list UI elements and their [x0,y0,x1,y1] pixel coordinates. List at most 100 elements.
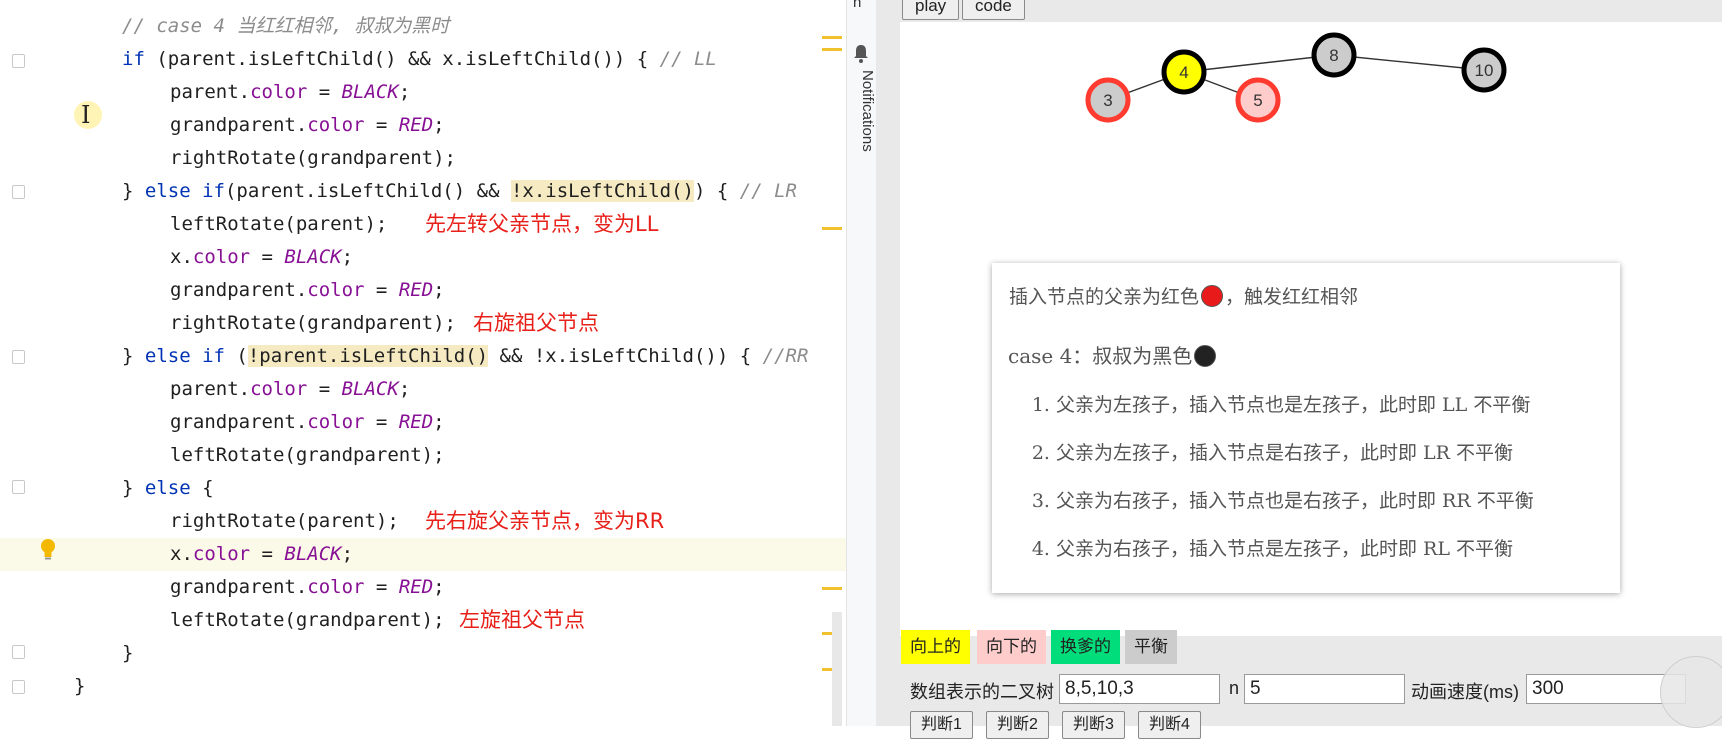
code-text: if (parent.isLeftChild() && x.isLeftChil… [122,43,717,76]
editor-scrollbar[interactable] [832,612,842,726]
case-item: 父亲为左孩子，插入节点也是左孩子，此时即 LL 不平衡 [1056,381,1534,429]
code-token: = [364,279,399,301]
judge-3-button[interactable]: 判断3 [1062,711,1125,739]
code-token: ) { [693,180,740,202]
code-token: (parent.isLeftChild() && [224,180,511,202]
code-token: color [192,246,251,268]
code-token: leftRotate(grandparent); [170,444,445,466]
code-token: BLACK [341,81,399,103]
floating-widget[interactable] [1660,656,1722,728]
code-token: BLACK [284,246,342,268]
tree-node-label: 8 [1329,46,1338,65]
speed-label: 动画速度(ms) [1411,682,1519,702]
code-token: !x.isLeftChild() [510,180,694,202]
warning-stripe[interactable] [822,227,842,230]
bell-icon[interactable] [853,44,869,64]
explanation-panel: 插入节点的父亲为红色 ，触发红红相邻 case 4：叔叔为黑色 父亲为左孩子，插入… [992,263,1620,593]
code-token: ; [398,81,411,103]
editor-gutter [0,0,72,726]
code-token: color [307,576,365,598]
code-text: x.color = BLACK; [170,538,353,571]
code-token: && !x.isLeftChild()) { [488,345,763,367]
fold-marker[interactable] [12,680,25,694]
warning-stripe[interactable] [822,48,842,51]
red-black-tree: 3 4 5 8 10 [1085,32,1507,123]
code-token: else if [144,345,225,367]
code-token: // LL [659,48,717,70]
code-token: ; [433,411,445,433]
fold-marker[interactable] [12,185,25,199]
code-text: grandparent.color = RED; [170,274,445,307]
code-token: !parent.isLeftChild() [247,345,489,367]
tree-node-label: 10 [1475,61,1494,80]
judge-4-button[interactable]: 判断4 [1138,711,1201,739]
code-token: x. [170,543,193,565]
panel-text-a: 插入节点的父亲为红色 [1009,286,1200,308]
code-token: //RR [762,345,809,367]
code-editor[interactable]: // case 4 当红红相邻, 叔叔为黑时 if (parent.isLeftC… [0,0,846,726]
code-text: // case 4 当红红相邻, 叔叔为黑时 [122,10,449,43]
code-token: parent. [170,378,251,400]
code-line[interactable]: x.color = BLACK; [0,538,846,571]
strip-label: n [853,0,862,11]
code-token: = [307,81,342,103]
code-token: color [307,411,365,433]
code-text: } [122,637,133,670]
code-token: RED [398,279,434,301]
lightbulb-icon[interactable] [40,538,56,560]
code-annotation: 先左转父亲节点，变为LL [425,212,659,236]
code-text: x.color = BLACK; [170,241,353,274]
warning-stripe[interactable] [822,587,842,590]
code-token: rightRotate(parent); [170,510,399,532]
tree-edge [1333,54,1485,71]
legend-upward: 向上的 [901,630,970,664]
code-token: ( [224,345,248,367]
panel-text-b: ，触发红红相邻 [1225,286,1359,308]
code-button[interactable]: code [962,0,1025,20]
code-token: = [364,576,399,598]
array-input[interactable]: 8,5,10,3 [1059,674,1220,704]
red-dot-icon [1201,285,1224,307]
code-token: ; [398,378,411,400]
fold-marker[interactable] [12,54,25,68]
n-input[interactable]: 5 [1244,674,1405,704]
code-token: grandparent. [170,576,308,598]
code-token: = [250,246,285,268]
fold-marker[interactable] [12,350,25,364]
code-token: grandparent. [170,114,308,136]
code-token: RED [398,114,434,136]
legend-reparented: 换爹的 [1051,630,1120,664]
code-text: } [74,670,85,703]
fold-marker[interactable] [12,645,25,659]
panel-line-2: case 4：叔叔为黑色 [1008,340,1218,369]
code-token: color [307,279,365,301]
code-token: // LR [739,180,797,202]
code-text: grandparent.color = RED; [170,109,445,142]
code-token: color [250,81,308,103]
code-token: color [307,114,365,136]
code-token: else if [144,180,225,202]
code-text: leftRotate(grandparent); [170,439,445,472]
notifications-tab[interactable]: Notifications [859,70,876,152]
fold-marker[interactable] [12,480,25,494]
code-token: grandparent. [170,279,308,301]
code-token: ; [433,279,445,301]
code-token: = [307,378,342,400]
code-token: leftRotate(parent); [170,213,388,235]
code-text: leftRotate(parent); [170,208,387,241]
play-button[interactable]: play [902,0,960,20]
code-token: if [122,48,145,70]
case-item: 父亲为右孩子，插入节点是左孩子，此时即 RL 不平衡 [1056,525,1534,573]
code-text: } else if(parent.isLeftChild() && !x.isL… [122,175,797,208]
code-token: // case 4 当红红相邻, 叔叔为黑时 [122,15,450,37]
code-token: = [250,543,285,565]
warning-stripe[interactable] [822,36,842,39]
tree-edge [1183,54,1335,73]
code-text: rightRotate(parent); [170,505,399,538]
code-text: rightRotate(grandparent); [170,142,456,175]
text-cursor-icon: I [74,101,102,129]
judge-2-button[interactable]: 判断2 [986,711,1049,739]
judge-1-button[interactable]: 判断1 [910,711,973,739]
code-text: rightRotate(grandparent); [170,307,456,340]
code-text: } else if (!parent.isLeftChild() && !x.i… [122,340,808,373]
